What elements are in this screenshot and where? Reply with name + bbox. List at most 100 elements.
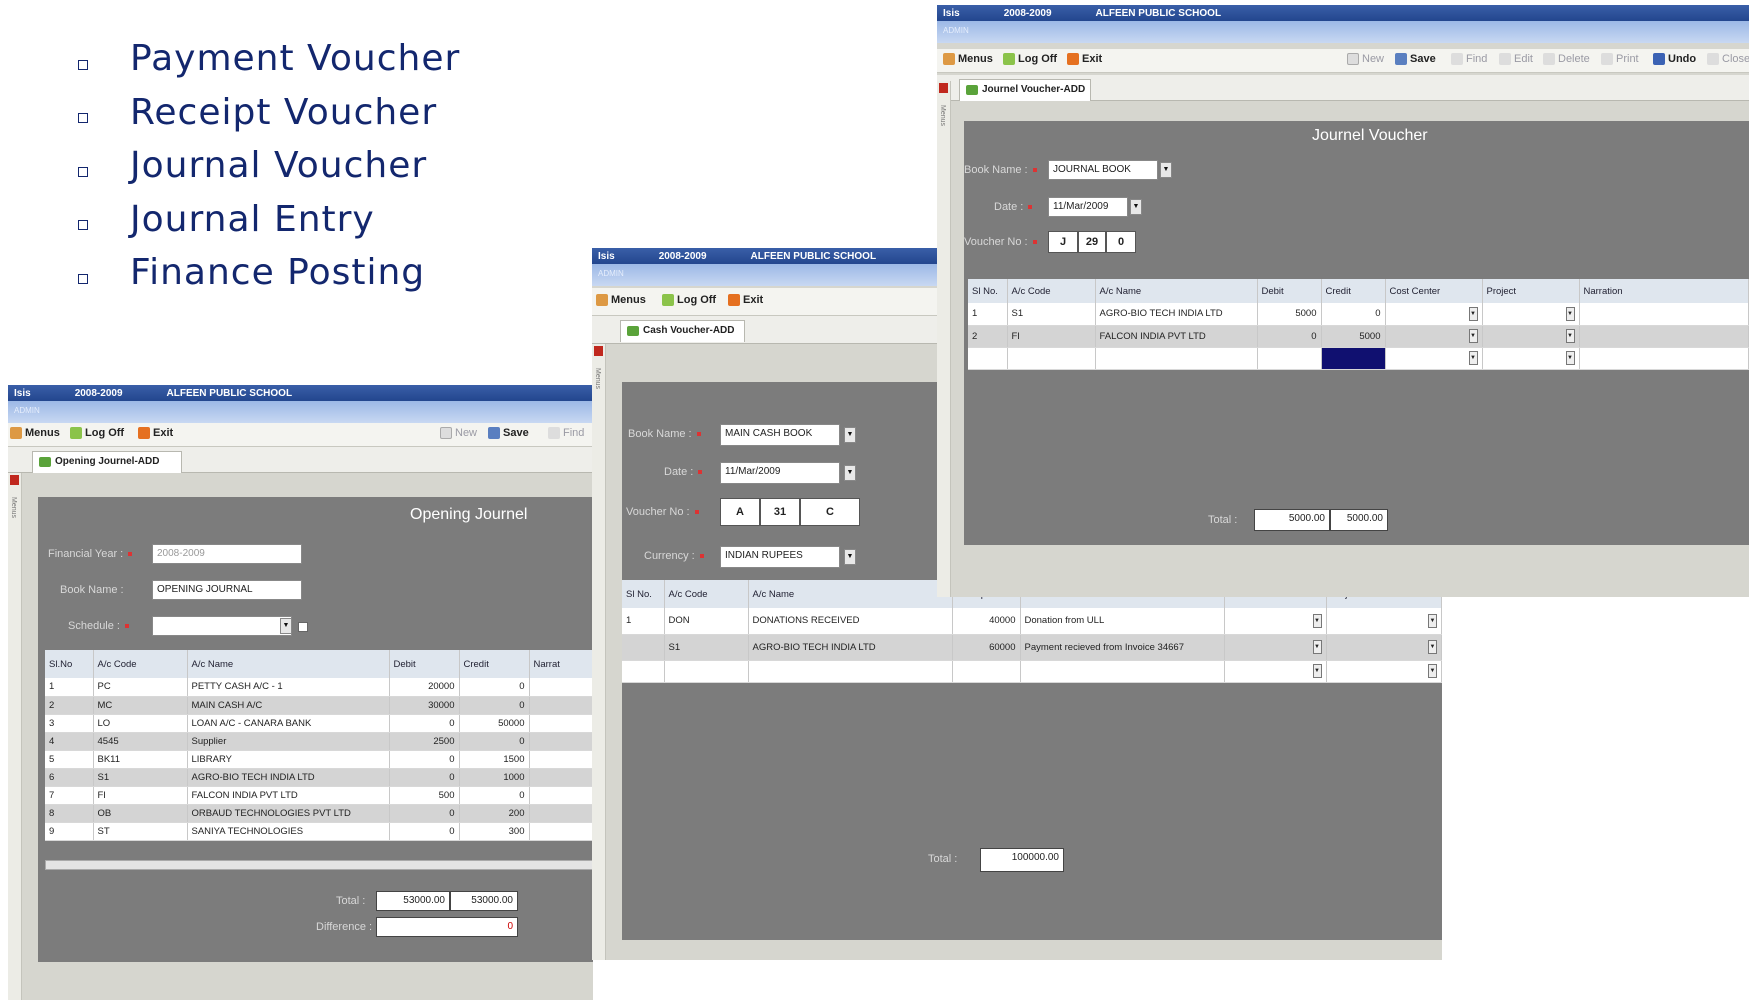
credit-cell-active[interactable] xyxy=(1321,347,1386,370)
horizontal-scrollbar[interactable] xyxy=(45,860,593,870)
menus-button[interactable]: Menus xyxy=(596,294,646,306)
exit-button[interactable]: Exit xyxy=(138,427,173,439)
book-name-field[interactable]: MAIN CASH BOOK xyxy=(720,424,840,446)
topic-item: Journal Voucher xyxy=(78,139,460,193)
voucher-prefix[interactable]: A xyxy=(720,498,760,526)
edit-icon xyxy=(1499,53,1511,65)
form-title: Opening Journel xyxy=(410,506,528,523)
date-field[interactable]: 11/Mar/2009 xyxy=(720,462,840,484)
new-button[interactable]: New xyxy=(440,427,477,439)
table-row[interactable]: 5 BK11 LIBRARY 0 1500 xyxy=(45,750,593,769)
project-dropdown[interactable]: ▼ xyxy=(1565,351,1575,365)
date-field[interactable]: 11/Mar/2009 xyxy=(1048,197,1128,217)
logoff-button[interactable]: Log Off xyxy=(70,427,124,439)
topic-list: Payment Voucher Receipt Voucher Journal … xyxy=(78,32,460,300)
edit-button[interactable]: Edit xyxy=(1499,53,1533,65)
schedule-checkbox[interactable] xyxy=(298,622,308,632)
cost-center-dropdown[interactable]: ▼ xyxy=(1468,351,1478,365)
delete-button[interactable]: Delete xyxy=(1543,53,1590,65)
voucher-suffix[interactable]: 0 xyxy=(1106,231,1136,253)
book-name-label: Book Name : xyxy=(60,584,124,596)
menus-button[interactable]: Menus xyxy=(10,427,60,439)
table-row[interactable]: 1 S1 AGRO-BIO TECH INDIA LTD 5000 0 ▼ ▼ xyxy=(968,303,1749,326)
voucher-number[interactable]: 31 xyxy=(760,498,800,526)
tab-cash-voucher[interactable]: Cash Voucher-ADD xyxy=(620,320,745,342)
table-row[interactable]: 8 OB ORBAUD TECHNOLOGIES PVT LTD 0 200 xyxy=(45,804,593,823)
table-row[interactable]: 6 S1 AGRO-BIO TECH INDIA LTD 0 1000 xyxy=(45,768,593,787)
find-button[interactable]: Find xyxy=(548,427,584,439)
logoff-button[interactable]: Log Off xyxy=(662,294,716,306)
table-row[interactable]: 3 LO LOAN A/C - CANARA BANK 0 50000 xyxy=(45,714,593,733)
voucher-suffix[interactable]: C xyxy=(800,498,860,526)
column-header: A/c Code xyxy=(93,650,188,678)
project-dropdown[interactable]: ▼ xyxy=(1565,329,1575,343)
schedule-dropdown-button[interactable]: ▼ xyxy=(280,618,292,634)
save-button[interactable]: Save xyxy=(488,427,529,439)
total-credit: 53000.00 xyxy=(450,891,518,911)
table-row[interactable]: 2 MC MAIN CASH A/C 30000 0 xyxy=(45,696,593,715)
date-dropdown[interactable]: ▼ xyxy=(844,465,856,481)
print-button[interactable]: Print xyxy=(1601,53,1639,65)
logoff-icon xyxy=(1003,53,1015,65)
exit-button[interactable]: Exit xyxy=(728,294,763,306)
logoff-button[interactable]: Log Off xyxy=(1003,53,1057,65)
voucher-prefix[interactable]: J xyxy=(1048,231,1078,253)
star-icon xyxy=(10,427,22,439)
menus-button[interactable]: Menus xyxy=(943,53,993,65)
undo-button[interactable]: Undo xyxy=(1653,53,1696,65)
table-row[interactable]: ▼ ▼ xyxy=(622,660,1442,683)
currency-dropdown[interactable]: ▼ xyxy=(844,549,856,565)
project-dropdown[interactable]: ▼ xyxy=(1428,664,1437,678)
cost-center-dropdown[interactable]: ▼ xyxy=(1312,664,1322,678)
school-name: ALFEEN PUBLIC SCHOOL xyxy=(750,250,877,262)
journal-voucher-table: Sl No. A/c Code A/c Name Debit Credit Co… xyxy=(968,279,1749,370)
table-row[interactable]: S1 AGRO-BIO TECH INDIA LTD 60000 Payment re… xyxy=(622,634,1442,661)
cost-center-dropdown[interactable]: ▼ xyxy=(1468,329,1478,343)
topic-label: Finance Posting xyxy=(130,252,426,294)
book-name-dropdown[interactable]: ▼ xyxy=(1160,162,1172,178)
table-row[interactable]: ▼ ▼ xyxy=(968,347,1749,370)
column-header: A/c Name xyxy=(187,650,390,678)
new-button[interactable]: New xyxy=(1347,53,1384,65)
financial-year-field[interactable]: 2008-2009 xyxy=(152,544,302,564)
project-dropdown[interactable]: ▼ xyxy=(1565,306,1575,321)
table-row[interactable]: 1 PC PETTY CASH A/C - 1 20000 0 xyxy=(45,678,593,697)
opening-journal-window: Isis 2008-2009 ALFEEN PUBLIC SCHOOL ADMI… xyxy=(8,385,593,1000)
voucher-number[interactable]: 29 xyxy=(1078,231,1106,253)
side-menu-strip[interactable]: Menus xyxy=(592,344,606,960)
app-name: Isis xyxy=(943,7,960,19)
column-header: A/c Code xyxy=(1007,279,1096,303)
date-label: Date : xyxy=(994,201,1033,213)
table-row[interactable]: 1 DON DONATIONS RECEIVED 40000 Donation from… xyxy=(622,608,1442,635)
new-icon xyxy=(1347,53,1359,65)
side-menu-strip[interactable]: Menus xyxy=(937,81,951,597)
side-menu-strip[interactable]: Menus xyxy=(8,473,22,1000)
column-header: Project xyxy=(1482,279,1580,303)
cost-center-dropdown[interactable]: ▼ xyxy=(1468,306,1478,321)
currency-field[interactable]: INDIAN RUPEES xyxy=(720,546,840,568)
save-button[interactable]: Save xyxy=(1395,53,1436,65)
book-name-dropdown[interactable]: ▼ xyxy=(844,427,856,443)
close-button[interactable]: Close xyxy=(1707,53,1749,65)
find-icon xyxy=(1451,53,1463,65)
book-name-field[interactable]: OPENING JOURNAL xyxy=(152,580,302,600)
book-name-label: Book Name : xyxy=(964,164,1037,176)
find-button[interactable]: Find xyxy=(1451,53,1487,65)
date-label: Date : xyxy=(664,466,703,478)
date-dropdown[interactable]: ▼ xyxy=(1130,199,1142,215)
book-name-field[interactable]: JOURNAL BOOK xyxy=(1048,160,1158,180)
cost-center-dropdown[interactable]: ▼ xyxy=(1312,613,1322,628)
exit-button[interactable]: Exit xyxy=(1067,53,1102,65)
tab-journal-voucher[interactable]: Journel Voucher-ADD xyxy=(959,79,1091,101)
project-dropdown[interactable]: ▼ xyxy=(1428,640,1437,654)
table-row[interactable]: 2 FI FALCON INDIA PVT LTD 0 5000 ▼ ▼ xyxy=(968,325,1749,348)
table-row[interactable]: 7 FI FALCON INDIA PVT LTD 500 0 xyxy=(45,786,593,805)
tab-opening-journal[interactable]: Opening Journel-ADD xyxy=(32,451,182,473)
table-row[interactable]: 9 ST SANIYA TECHNOLOGIES 0 300 xyxy=(45,822,593,841)
user-bar: ADMIN xyxy=(937,21,1749,43)
table-row[interactable]: 4 4545 Supplier 2500 0 xyxy=(45,732,593,751)
column-header: A/c Name xyxy=(748,580,953,608)
cost-center-dropdown[interactable]: ▼ xyxy=(1312,640,1322,654)
schedule-field[interactable] xyxy=(152,616,292,636)
project-dropdown[interactable]: ▼ xyxy=(1428,613,1437,628)
